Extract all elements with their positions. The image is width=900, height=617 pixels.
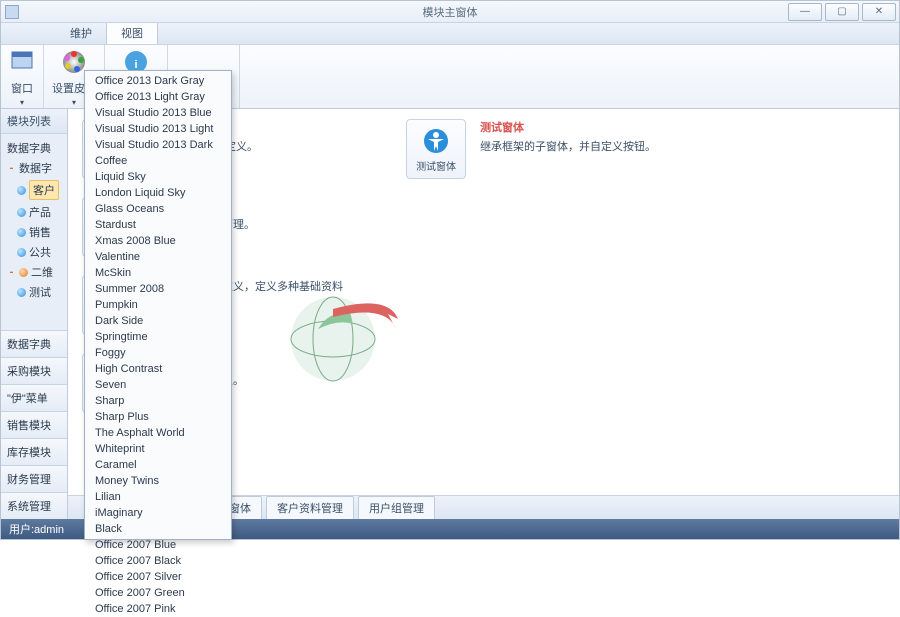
window-title: 模块主窗体	[423, 4, 478, 20]
tab-maintain[interactable]: 维护	[56, 22, 106, 44]
chevron-down-icon: ▾	[20, 100, 24, 106]
menu-item[interactable]: High Contrast	[85, 361, 231, 377]
nav-tree: 数据字典 -数据字 客户 产品 销售 公共 -二维 测试	[1, 134, 67, 330]
menu-item[interactable]: Visual Studio 2013 Dark	[85, 137, 231, 153]
tree-node[interactable]: 产品	[3, 202, 65, 222]
bottom-tab-customer[interactable]: 客户资料管理	[266, 496, 354, 520]
sidebar-btn-finance[interactable]: 财务管理	[1, 465, 67, 492]
menu-item[interactable]: Summer 2008	[85, 281, 231, 297]
menu-item[interactable]: Caramel	[85, 457, 231, 473]
menu-item[interactable]: Glass Oceans	[85, 201, 231, 217]
menu-item[interactable]: Whiteprint	[85, 441, 231, 457]
menu-item[interactable]: Coffee	[85, 153, 231, 169]
menu-item[interactable]: Office 2013 Dark Gray	[85, 73, 231, 89]
menu-item[interactable]: Seven	[85, 377, 231, 393]
titlebar: 模块主窗体 — ▢ ✕	[1, 1, 899, 23]
sidebar-btn-sales[interactable]: 销售模块	[1, 411, 67, 438]
menu-item[interactable]: Money Twins	[85, 473, 231, 489]
tree-node[interactable]: 测试	[3, 282, 65, 302]
menu-item[interactable]: Foggy	[85, 345, 231, 361]
menu-item[interactable]: Office 2007 Black	[85, 553, 231, 569]
sidebar-btn-yi[interactable]: "伊"菜单	[1, 384, 67, 411]
app-window: 模块主窗体 — ▢ ✕ 维护 视图 窗口 ▾ 设置皮肤 ▾ i 关于MES ▾ …	[0, 0, 900, 540]
menu-item[interactable]: Dark Side	[85, 313, 231, 329]
accessibility-icon	[421, 126, 451, 156]
menu-item[interactable]: Office 2007 Green	[85, 585, 231, 601]
close-button[interactable]: ✕	[862, 3, 896, 21]
menu-item[interactable]: Black	[85, 521, 231, 537]
tree-node[interactable]: 客户	[3, 178, 65, 202]
sidebar-buttons: 数据字典 采购模块 "伊"菜单 销售模块 库存模块 财务管理 系统管理	[1, 330, 67, 519]
tree-root[interactable]: 数据字典	[3, 138, 65, 158]
ribbon-tabs: 维护 视图	[1, 23, 899, 45]
sidebar-btn-stock[interactable]: 库存模块	[1, 438, 67, 465]
sidebar: 模块列表 数据字典 -数据字 客户 产品 销售 公共 -二维 测试 数据字典 采…	[1, 109, 68, 519]
chevron-down-icon: ▾	[72, 100, 76, 106]
app-icon	[5, 5, 19, 19]
menu-item[interactable]: Office 2007 Pink	[85, 601, 231, 617]
menu-item[interactable]: Sharp	[85, 393, 231, 409]
sidebar-btn-purchase[interactable]: 采购模块	[1, 357, 67, 384]
menu-item[interactable]: Office 2007 Blue	[85, 537, 231, 553]
menu-item[interactable]: The Asphalt World	[85, 425, 231, 441]
maximize-button[interactable]: ▢	[825, 3, 859, 21]
tree-node[interactable]: -二维	[3, 262, 65, 282]
menu-item[interactable]: Xmas 2008 Blue	[85, 233, 231, 249]
menu-item[interactable]: Liquid Sky	[85, 169, 231, 185]
window-icon	[9, 49, 35, 75]
sidebar-btn-dict[interactable]: 数据字典	[1, 330, 67, 357]
menu-item[interactable]: London Liquid Sky	[85, 185, 231, 201]
menu-item[interactable]: Springtime	[85, 329, 231, 345]
menu-item[interactable]: Visual Studio 2013 Blue	[85, 105, 231, 121]
tree-node[interactable]: -数据字	[3, 158, 65, 178]
status-user: 用户:admin	[9, 521, 64, 537]
menu-item[interactable]: Lilian	[85, 489, 231, 505]
menu-item[interactable]: McSkin	[85, 265, 231, 281]
sidebar-header: 模块列表	[1, 109, 67, 134]
menu-item[interactable]: Valentine	[85, 249, 231, 265]
tree-node[interactable]: 销售	[3, 222, 65, 242]
skin-dropdown-menu: Office 2013 Dark Gray Office 2013 Light …	[84, 70, 232, 540]
sidebar-btn-system[interactable]: 系统管理	[1, 492, 67, 519]
menu-item[interactable]: Sharp Plus	[85, 409, 231, 425]
card-test[interactable]: 测试窗体	[406, 119, 466, 179]
tree-node[interactable]: 公共	[3, 242, 65, 262]
menu-item[interactable]: iMaginary	[85, 505, 231, 521]
ribbon-window-button[interactable]: 窗口 ▾	[1, 45, 44, 108]
minimize-button[interactable]: —	[788, 3, 822, 21]
menu-item[interactable]: Office 2013 Light Gray	[85, 89, 231, 105]
menu-item[interactable]: Stardust	[85, 217, 231, 233]
menu-item[interactable]: Pumpkin	[85, 297, 231, 313]
card-test-text: 测试窗体 继承框架的子窗体，并自定义按钮。	[480, 119, 656, 154]
tab-view[interactable]: 视图	[106, 21, 158, 44]
menu-item[interactable]: Office 2007 Silver	[85, 569, 231, 585]
menu-item[interactable]: Visual Studio 2013 Light	[85, 121, 231, 137]
bottom-tab-usergroup[interactable]: 用户组管理	[358, 496, 435, 520]
